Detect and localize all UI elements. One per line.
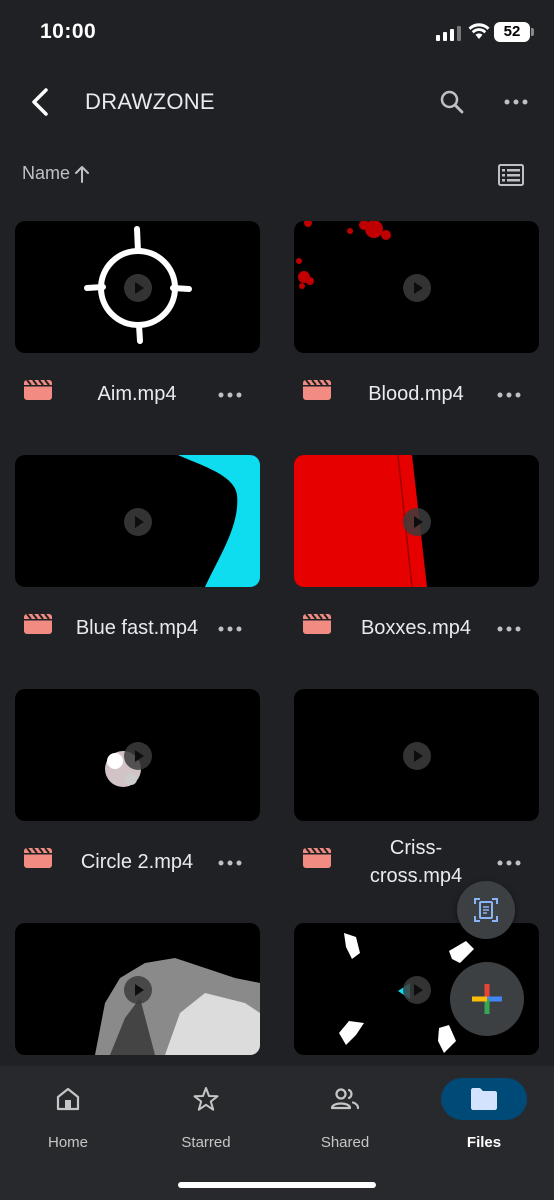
nav-shared[interactable]: Shared [285, 1078, 405, 1158]
file-more-button[interactable] [215, 380, 245, 410]
video-file-icon [24, 379, 52, 400]
video-thumbnail[interactable] [15, 221, 260, 353]
file-name: Blood.mp4 [368, 383, 464, 405]
back-button[interactable] [20, 82, 60, 122]
file-more-button[interactable] [494, 380, 524, 410]
folder-title: DRAWZONE [85, 89, 215, 114]
play-icon [403, 274, 431, 302]
battery-indicator: 52 [494, 22, 530, 42]
more-horizontal-icon [497, 860, 521, 866]
document-scan-icon [474, 898, 498, 922]
video-file-icon [303, 613, 331, 634]
file-meta: Boxxes.mp4 [294, 595, 539, 661]
file-more-button[interactable] [215, 848, 245, 878]
more-horizontal-icon [497, 626, 521, 632]
play-icon [124, 976, 152, 1004]
sort-by-name-button[interactable]: Name [22, 163, 90, 184]
home-icon [56, 1087, 80, 1111]
play-icon [403, 508, 431, 536]
file-name: Boxxes.mp4 [360, 617, 472, 639]
file-name: Aim.mp4 [97, 383, 177, 405]
file-more-button[interactable] [215, 614, 245, 644]
arrow-up-icon [75, 165, 90, 183]
more-horizontal-icon [504, 99, 528, 105]
video-thumbnail[interactable] [15, 455, 260, 587]
plus-icon [472, 984, 502, 1014]
file-more-button[interactable] [494, 614, 524, 644]
status-bar: 10:00 52 [0, 0, 554, 66]
file-meta: Blue fast.mp4 [15, 595, 260, 661]
video-thumbnail[interactable] [294, 455, 539, 587]
play-icon [403, 742, 431, 770]
more-options-button[interactable] [496, 82, 536, 122]
video-thumbnail[interactable] [15, 689, 260, 821]
search-button[interactable] [432, 82, 472, 122]
video-thumbnail[interactable] [294, 221, 539, 353]
file-meta: Aim.mp4 [15, 361, 260, 427]
play-icon [124, 742, 152, 770]
nav-home[interactable]: Home [8, 1078, 128, 1158]
video-file-icon [24, 847, 52, 868]
scan-button[interactable] [457, 881, 515, 939]
file-name: Criss-cross.mp4 [369, 837, 463, 887]
play-icon [124, 508, 152, 536]
video-file-icon [303, 379, 331, 400]
file-name: Blue fast.mp4 [75, 617, 199, 639]
bottom-navigation: Home Starred Shared Files [0, 1066, 554, 1200]
wifi-icon [468, 23, 490, 39]
signal-icon [436, 25, 461, 41]
nav-label: Home [47, 1134, 88, 1151]
play-icon [403, 976, 431, 1004]
nav-label: Files [466, 1134, 502, 1151]
folder-icon [471, 1088, 497, 1110]
sort-label: Name [22, 163, 71, 183]
more-horizontal-icon [218, 392, 242, 398]
file-meta: Blood.mp4 [294, 361, 539, 427]
people-icon [330, 1088, 360, 1110]
sort-row: Name [0, 155, 554, 195]
more-horizontal-icon [497, 392, 521, 398]
nav-starred[interactable]: Starred [146, 1078, 266, 1158]
star-icon [193, 1087, 219, 1111]
nav-label: Starred [181, 1134, 231, 1151]
more-horizontal-icon [218, 860, 242, 866]
play-icon [124, 274, 152, 302]
list-view-icon[interactable] [496, 160, 526, 190]
video-thumbnail[interactable] [15, 923, 260, 1055]
nav-label: Shared [320, 1134, 370, 1151]
file-meta: Circle 2.mp4 [15, 829, 260, 895]
video-thumbnail[interactable] [294, 689, 539, 821]
status-time: 10:00 [40, 20, 97, 43]
app-header: DRAWZONE [0, 72, 554, 132]
file-name: Circle 2.mp4 [80, 851, 194, 873]
new-button[interactable] [450, 962, 524, 1036]
video-file-icon [303, 847, 331, 868]
back-arrow-icon [32, 88, 48, 116]
more-horizontal-icon [218, 626, 242, 632]
nav-files[interactable]: Files [424, 1078, 544, 1158]
home-indicator [178, 1182, 376, 1188]
search-icon [440, 90, 464, 114]
video-file-icon [24, 613, 52, 634]
battery-nub [531, 28, 534, 36]
file-more-button[interactable] [494, 848, 524, 878]
